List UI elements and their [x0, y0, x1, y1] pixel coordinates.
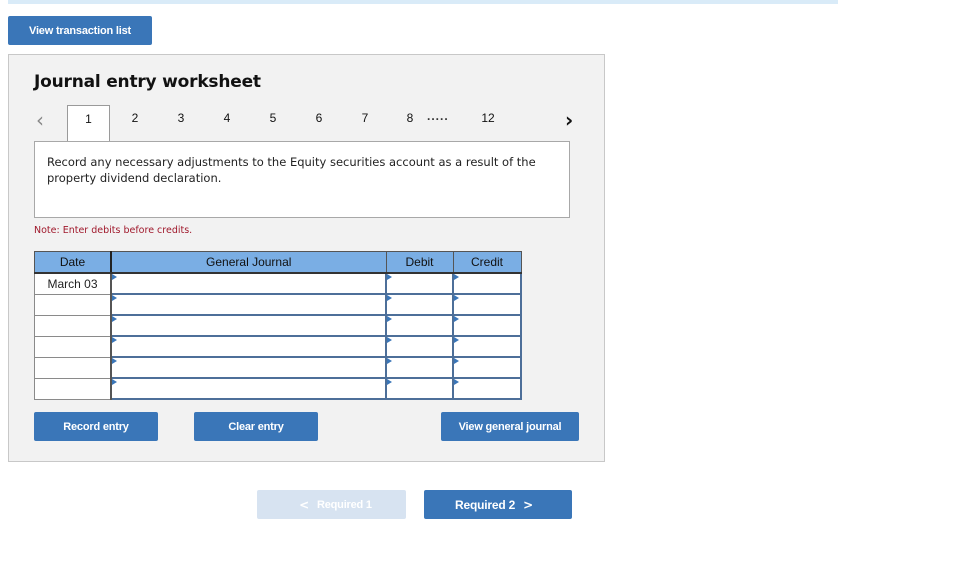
- general-journal-input[interactable]: [110, 377, 387, 400]
- column-header-date: Date: [34, 251, 112, 274]
- table-row: [34, 314, 522, 337]
- top-banner-bar: [8, 0, 838, 4]
- dropdown-flag-icon: [387, 358, 392, 364]
- dropdown-flag-icon: [454, 379, 459, 385]
- credit-input[interactable]: [452, 272, 522, 295]
- record-entry-button[interactable]: Record entry: [34, 412, 158, 441]
- date-cell: [34, 335, 112, 358]
- credit-input[interactable]: [452, 377, 522, 400]
- column-header-credit: Credit: [452, 251, 522, 274]
- table-row: March 03: [34, 272, 522, 295]
- page-tab-1[interactable]: 1: [67, 105, 110, 142]
- date-cell: [34, 293, 112, 316]
- page-tab-5[interactable]: 5: [263, 111, 283, 125]
- view-general-journal-button[interactable]: View general journal: [441, 412, 579, 441]
- table-row: [34, 377, 522, 400]
- dropdown-flag-icon: [112, 295, 117, 301]
- chevron-left-icon[interactable]: ‹: [36, 108, 44, 132]
- page-tab-2[interactable]: 2: [125, 111, 145, 125]
- dropdown-flag-icon: [387, 379, 392, 385]
- table-row: [34, 356, 522, 379]
- instruction-box: Record any necessary adjustments to the …: [34, 141, 570, 218]
- credit-input[interactable]: [452, 293, 522, 316]
- journal-table-header: Date General Journal Debit Credit: [34, 251, 522, 274]
- journal-entry-worksheet-panel: Journal entry worksheet ‹ 1 2 3 4 5 6 7 …: [8, 54, 605, 462]
- page-tab-6[interactable]: 6: [309, 111, 329, 125]
- debit-input[interactable]: [385, 377, 454, 400]
- page-tab-12[interactable]: 12: [478, 111, 498, 125]
- credit-input[interactable]: [452, 314, 522, 337]
- dropdown-flag-icon: [387, 316, 392, 322]
- general-journal-input[interactable]: [110, 314, 387, 337]
- table-row: [34, 335, 522, 358]
- debit-input[interactable]: [385, 293, 454, 316]
- column-header-debit: Debit: [385, 251, 454, 274]
- dropdown-flag-icon: [454, 274, 459, 280]
- dropdown-flag-icon: [112, 316, 117, 322]
- general-journal-input[interactable]: [110, 293, 387, 316]
- date-cell: [34, 356, 112, 379]
- debit-input[interactable]: [385, 314, 454, 337]
- page-tab-3[interactable]: 3: [171, 111, 191, 125]
- instruction-text: Record any necessary adjustments to the …: [47, 155, 536, 185]
- dropdown-flag-icon: [454, 295, 459, 301]
- required-2-button[interactable]: Required 2 >: [424, 490, 572, 519]
- worksheet-pager: ‹ 1 2 3 4 5 6 7 8 ..... 12 ›: [9, 105, 606, 142]
- journal-table: Date General Journal Debit Credit March …: [34, 251, 522, 400]
- required-1-button[interactable]: < Required 1: [257, 490, 406, 519]
- debit-input[interactable]: [385, 335, 454, 358]
- required-2-label: Required 2: [455, 497, 516, 512]
- clear-entry-button[interactable]: Clear entry: [194, 412, 318, 441]
- debit-input[interactable]: [385, 356, 454, 379]
- credit-input[interactable]: [452, 335, 522, 358]
- dropdown-flag-icon: [387, 337, 392, 343]
- dropdown-flag-icon: [387, 295, 392, 301]
- chevron-right-icon: >: [523, 497, 533, 512]
- worksheet-title: Journal entry worksheet: [34, 72, 261, 92]
- dropdown-flag-icon: [454, 358, 459, 364]
- page-tab-8[interactable]: 8: [400, 111, 420, 125]
- dropdown-flag-icon: [112, 337, 117, 343]
- page-tab-7[interactable]: 7: [355, 111, 375, 125]
- page-tab-4[interactable]: 4: [217, 111, 237, 125]
- chevron-right-icon[interactable]: ›: [565, 108, 573, 132]
- view-transaction-list-button[interactable]: View transaction list: [8, 16, 152, 45]
- required-1-label: Required 1: [317, 498, 372, 511]
- debits-credits-note: Note: Enter debits before credits.: [34, 225, 193, 236]
- date-cell: March 03: [34, 272, 112, 295]
- general-journal-input[interactable]: [110, 335, 387, 358]
- dropdown-flag-icon: [454, 316, 459, 322]
- general-journal-input[interactable]: [110, 272, 387, 295]
- dropdown-flag-icon: [454, 337, 459, 343]
- date-cell: [34, 314, 112, 337]
- general-journal-input[interactable]: [110, 356, 387, 379]
- debit-input[interactable]: [385, 272, 454, 295]
- dropdown-flag-icon: [112, 274, 117, 280]
- table-row: [34, 293, 522, 316]
- page-tab-label: 1: [85, 112, 92, 126]
- page-ellipsis: .....: [427, 109, 449, 123]
- credit-input[interactable]: [452, 356, 522, 379]
- dropdown-flag-icon: [387, 274, 392, 280]
- dropdown-flag-icon: [112, 379, 117, 385]
- column-header-general-journal: General Journal: [110, 251, 387, 274]
- date-cell: [34, 377, 112, 400]
- chevron-left-icon: <: [299, 497, 309, 512]
- dropdown-flag-icon: [112, 358, 117, 364]
